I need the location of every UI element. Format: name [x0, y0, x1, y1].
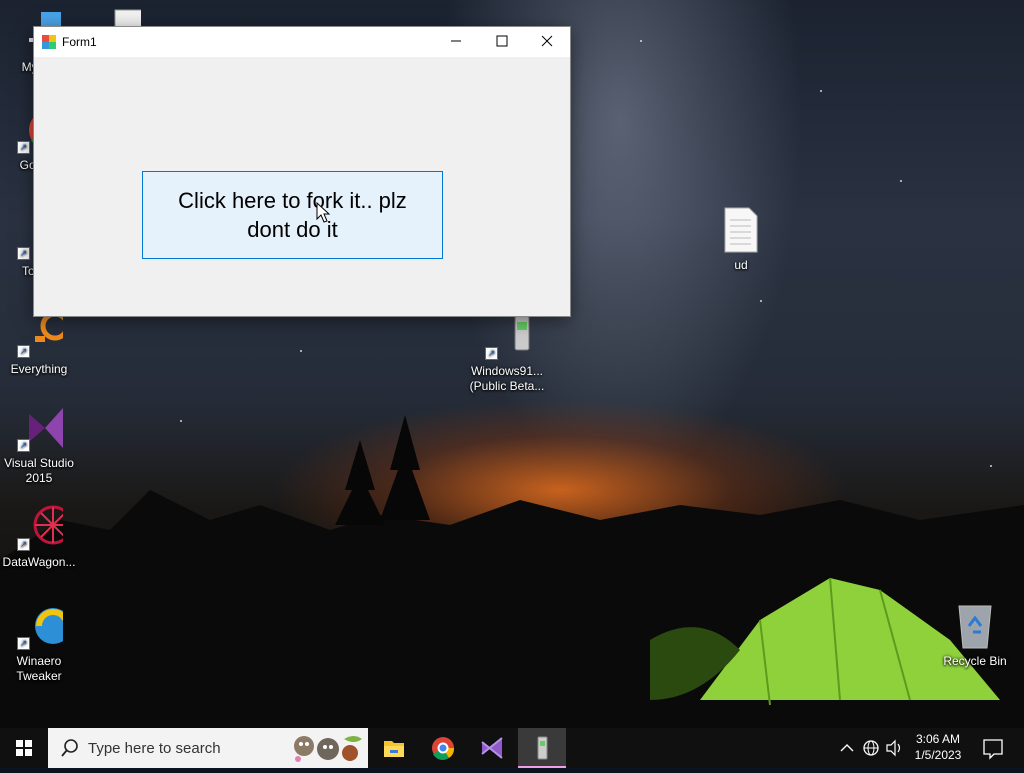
speaker-icon — [886, 739, 901, 757]
desktop-icon-everything[interactable]: ↗ Everything — [0, 310, 78, 377]
show-hidden-icons-button[interactable] — [838, 728, 856, 768]
desktop-icon-label: ud — [734, 258, 748, 272]
desktop-icon-visual-studio[interactable]: ↗ Visual Studio 2015 — [0, 404, 78, 486]
search-highlight-illustration-icon — [294, 736, 362, 762]
chevron-up-icon — [840, 744, 854, 752]
form1-window[interactable]: Form1 Click here to fork it.. plz dont d… — [34, 27, 570, 316]
desktop-icon-label: Recycle Bin — [943, 654, 1007, 668]
everything-icon: ↗ — [15, 310, 70, 358]
fork-button[interactable]: Click here to fork it.. plz dont do it — [142, 171, 443, 259]
network-globe-icon — [863, 740, 879, 756]
notification-icon — [983, 739, 1003, 760]
taskbar-chrome[interactable] — [419, 728, 467, 768]
minimize-button[interactable] — [433, 27, 479, 57]
maximize-button[interactable] — [479, 27, 525, 57]
search-box[interactable]: Type here to search — [48, 728, 368, 768]
action-center-button[interactable] — [978, 728, 1008, 768]
phone-app-icon — [537, 736, 548, 760]
visual-studio-icon — [481, 737, 503, 759]
chrome-icon — [432, 737, 455, 760]
text-file-icon — [717, 206, 765, 254]
minimize-icon — [451, 40, 461, 42]
desktop-icon-label: Visual Studio 2015 — [4, 456, 74, 485]
close-icon — [541, 35, 553, 47]
clock-date: 1/5/2023 — [914, 748, 962, 762]
close-button[interactable] — [524, 27, 570, 57]
window-title: Form1 — [62, 35, 97, 49]
windows-logo-icon — [16, 740, 32, 756]
phone-app-icon: ↗ — [483, 312, 531, 360]
volume-button[interactable] — [884, 728, 904, 768]
taskbar-windows91-active[interactable] — [518, 728, 566, 768]
recycle-bin-icon — [951, 602, 999, 650]
taskbar-file-explorer[interactable] — [370, 728, 418, 768]
network-button[interactable] — [860, 728, 882, 768]
search-placeholder: Type here to search — [88, 740, 221, 757]
winaero-icon: ↗ — [15, 602, 71, 650]
search-icon — [61, 739, 78, 757]
desktop-icon-label: Windows91... (Public Beta... — [469, 364, 545, 393]
mouse-cursor-icon — [316, 202, 330, 223]
maximize-icon — [496, 35, 508, 47]
desktop-icon-label: DataWagon... — [2, 555, 76, 569]
desktop-icon-ud[interactable]: ud — [702, 206, 780, 273]
taskbar-visual-studio[interactable] — [468, 728, 516, 768]
visual-studio-icon: ↗ — [15, 404, 63, 452]
file-explorer-icon — [384, 741, 404, 757]
desktop-icon-windows91[interactable]: ↗ Windows91... (Public Beta... — [468, 312, 546, 394]
app-icon — [42, 35, 56, 49]
desktop-icon-label: Everything — [10, 362, 68, 376]
desktop-icon-datawagon[interactable]: ↗ DataWagon... — [0, 503, 78, 570]
datawagon-icon: ↗ — [15, 503, 73, 551]
desktop-icon-label: Winaero Tweaker — [16, 654, 62, 683]
desktop-icon-recycle-bin[interactable]: Recycle Bin — [936, 602, 1014, 669]
start-button[interactable] — [0, 728, 48, 768]
desktop-icon-winaero-tweaker[interactable]: ↗ Winaero Tweaker — [0, 602, 78, 684]
system-clock[interactable]: 3:06 AM 1/5/2023 — [906, 731, 970, 771]
clock-time: 3:06 AM — [915, 732, 961, 746]
title-bar[interactable]: Form1 — [34, 27, 570, 57]
taskbar: Type here to search 3:06 AM 1/5/2023 — [0, 728, 1024, 768]
